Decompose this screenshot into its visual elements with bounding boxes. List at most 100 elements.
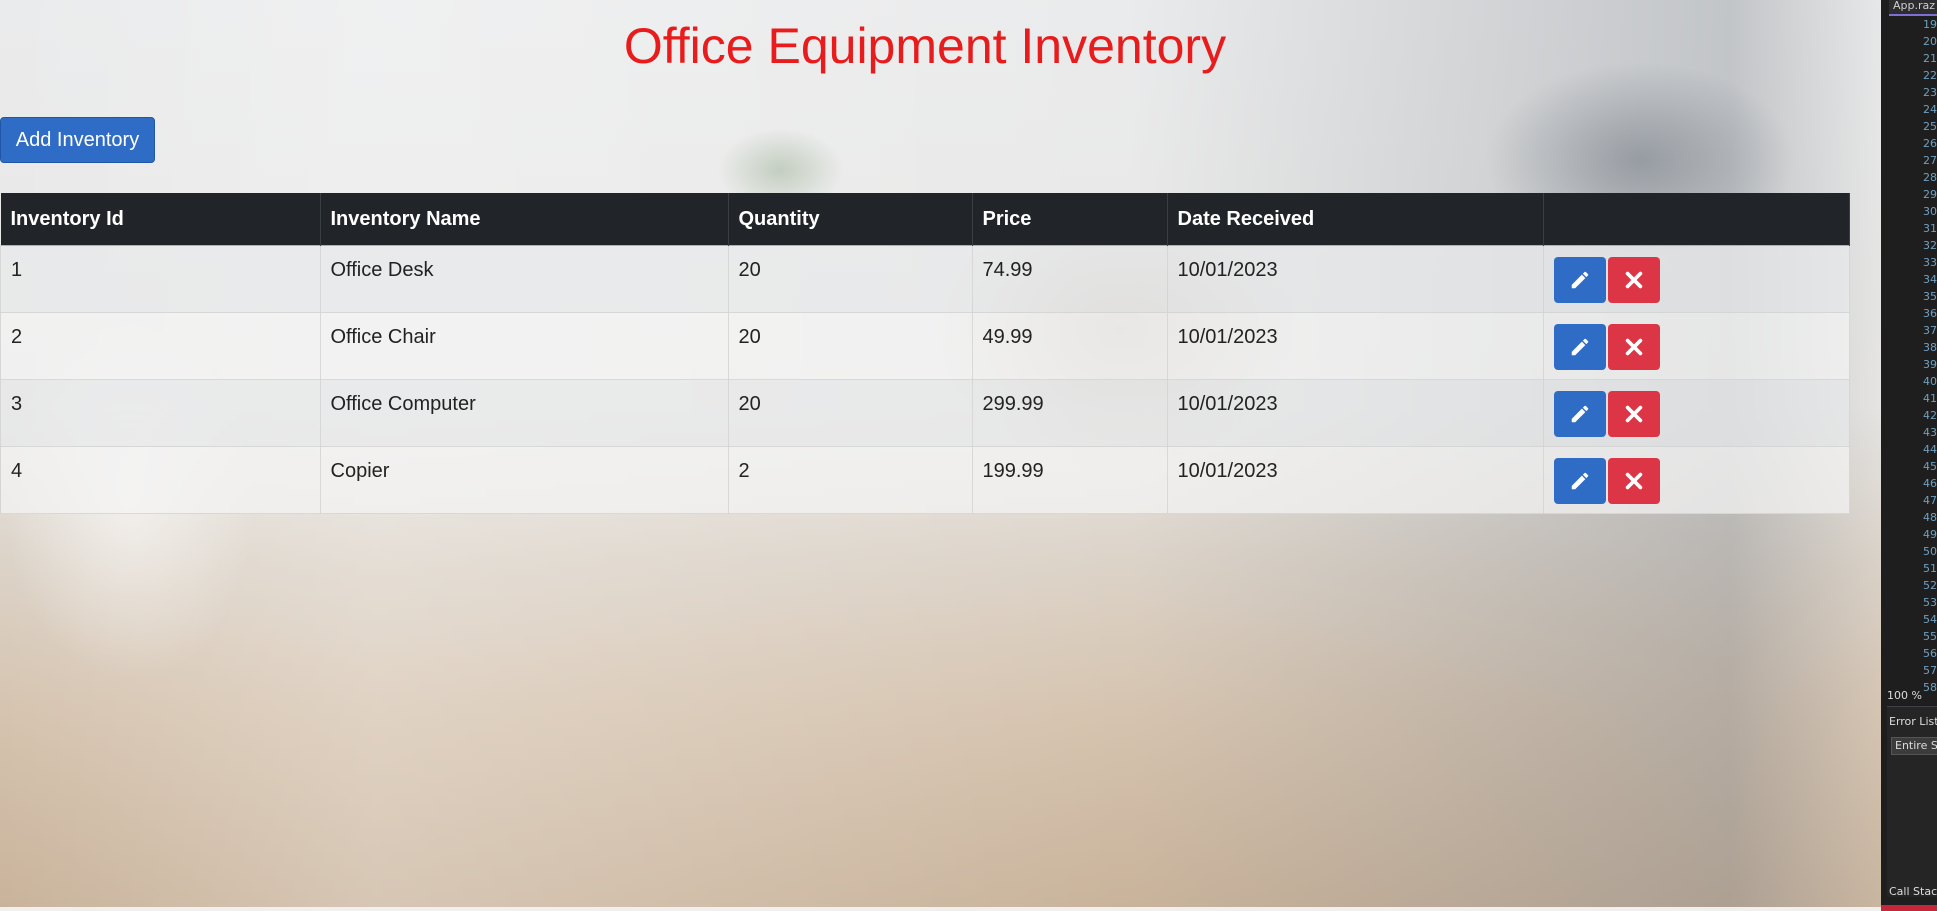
scope-dropdown[interactable]: Entire S [1891,737,1937,755]
edit-button[interactable] [1553,257,1606,303]
line-number: 46 [1923,477,1937,490]
cell-actions [1542,245,1850,313]
line-number: 19 [1923,18,1937,31]
cell-inventory-name: Office Computer [319,379,729,447]
line-number: 20 [1923,35,1937,48]
line-number: 45 [1923,460,1937,473]
line-number: 56 [1923,647,1937,660]
close-x-icon [1625,472,1642,490]
cell-quantity: 20 [727,379,973,447]
inventory-table: Inventory Id Inventory Name Quantity Pri… [0,193,1850,514]
line-number: 38 [1923,341,1937,354]
header-price: Price [972,193,1168,246]
line-number: 26 [1923,137,1937,150]
app-viewport: Office Equipment Inventory Add Inventory… [0,0,1881,907]
line-number: 39 [1923,358,1937,371]
pencil-icon [1571,405,1588,423]
add-inventory-button[interactable]: Add Inventory [0,117,155,163]
line-number: 31 [1923,222,1937,235]
line-number: 36 [1923,307,1937,320]
delete-button[interactable] [1607,458,1660,504]
line-number: 32 [1923,239,1937,252]
close-x-icon [1625,405,1642,423]
cell-quantity: 20 [727,245,973,313]
line-number: 57 [1923,664,1937,677]
header-inventory-id: Inventory Id [0,193,321,246]
header-inventory-name: Inventory Name [320,193,729,246]
cell-inventory-name: Office Desk [319,245,729,313]
call-stack-tab[interactable]: Call Stac [1889,885,1937,898]
line-number: 23 [1923,86,1937,99]
cell-inventory-id: 1 [0,245,321,313]
cell-inventory-name: Copier [319,446,729,514]
line-number: 22 [1923,69,1937,82]
page-title: Office Equipment Inventory [623,18,1227,74]
line-number: 21 [1923,52,1937,65]
cell-price: 49.99 [971,312,1168,380]
line-number: 43 [1923,426,1937,439]
table-header-row: Inventory Id Inventory Name Quantity Pri… [0,193,1850,246]
line-number: 27 [1923,154,1937,167]
cell-price: 299.99 [971,379,1168,447]
line-number: 24 [1923,103,1937,116]
error-list-panel: Error List Entire S Call Stac [1887,706,1937,898]
header-quantity: Quantity [728,193,973,246]
line-number: 28 [1923,171,1937,184]
line-number: 33 [1923,256,1937,269]
line-number: 34 [1923,273,1937,286]
cell-price: 74.99 [971,245,1168,313]
cell-inventory-id: 2 [0,312,321,380]
cell-date-received: 10/01/2023 [1166,379,1544,447]
pencil-icon [1571,271,1588,289]
table-row: 2 Office Chair 20 49.99 10/01/2023 [0,312,1850,380]
editor-tab[interactable]: App.raz [1889,0,1937,16]
cell-inventory-id: 4 [0,446,321,514]
line-number: 52 [1923,579,1937,592]
table-row: 1 Office Desk 20 74.99 10/01/2023 [0,245,1850,313]
page-bottom-edge [0,907,1881,911]
line-number: 49 [1923,528,1937,541]
delete-button[interactable] [1607,391,1660,437]
line-number: 48 [1923,511,1937,524]
pencil-icon [1571,472,1588,490]
cell-quantity: 2 [727,446,973,514]
edit-button[interactable] [1553,324,1606,370]
line-number: 44 [1923,443,1937,456]
line-number: 35 [1923,290,1937,303]
delete-button[interactable] [1607,324,1660,370]
cell-actions [1542,446,1850,514]
line-number: 51 [1923,562,1937,575]
delete-button[interactable] [1607,257,1660,303]
cell-date-received: 10/01/2023 [1166,312,1544,380]
line-number: 41 [1923,392,1937,405]
edit-button[interactable] [1553,458,1606,504]
cell-date-received: 10/01/2023 [1166,245,1544,313]
cell-price: 199.99 [971,446,1168,514]
pencil-icon [1571,338,1588,356]
line-number: 53 [1923,596,1937,609]
table-row: 3 Office Computer 20 299.99 10/01/2023 [0,379,1850,447]
line-number: 29 [1923,188,1937,201]
cell-quantity: 20 [727,312,973,380]
line-number: 40 [1923,375,1937,388]
edit-button[interactable] [1553,391,1606,437]
line-number: 50 [1923,545,1937,558]
line-number: 54 [1923,613,1937,626]
line-number: 42 [1923,409,1937,422]
error-list-label[interactable]: Error List [1889,715,1937,728]
line-number: 55 [1923,630,1937,643]
cell-inventory-name: Office Chair [319,312,729,380]
header-actions [1543,193,1850,246]
close-x-icon [1625,338,1642,356]
cell-inventory-id: 3 [0,379,321,447]
line-number-gutter: 19 20 21 22 23 24 25 26 27 28 29 30 31 32 33 34 35 36 37 38… [1881,16,1937,694]
ide-side-panel: App.raz 19 20 21 22 23 24 25 26 27 28 29 30 31 32 33 34… [1881,0,1937,911]
cell-actions [1542,379,1850,447]
line-number: 30 [1923,205,1937,218]
line-number: 47 [1923,494,1937,507]
close-x-icon [1625,271,1642,289]
line-number: 25 [1923,120,1937,133]
status-accent-bar [1881,905,1937,911]
zoom-level[interactable]: 100 % [1887,689,1922,702]
header-date-received: Date Received [1167,193,1544,246]
